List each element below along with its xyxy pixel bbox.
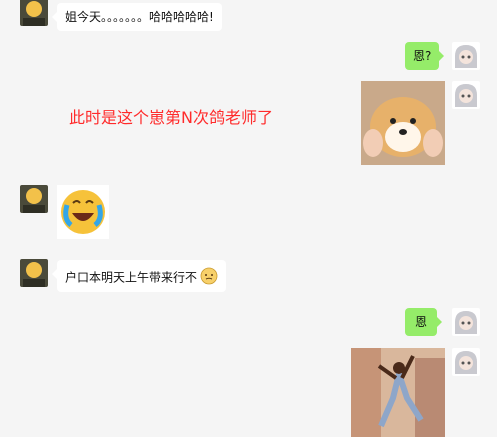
message-image-shiba[interactable] <box>361 81 445 165</box>
self-avatar[interactable] <box>452 42 480 70</box>
message-sticker[interactable] <box>57 185 109 239</box>
self-avatar[interactable] <box>452 81 480 109</box>
cartoon-avatar-icon <box>20 185 48 213</box>
sender-avatar[interactable] <box>20 185 48 213</box>
message-bubble-outgoing: 恩? <box>405 42 445 70</box>
cartoon-avatar-icon <box>20 0 48 26</box>
message-bubble-incoming: 户口本明天上午带来行不 <box>51 260 227 292</box>
crying-laughing-emoji-icon <box>61 190 105 234</box>
message-text: 户口本明天上午带来行不 <box>65 270 198 285</box>
overlay-caption: 此时是这个崽第N次鸽老师了 <box>69 108 273 127</box>
self-avatar[interactable] <box>452 348 480 376</box>
dancing-man-photo-icon <box>351 348 445 437</box>
cartoon-avatar-icon <box>20 259 48 287</box>
message-text: 姐今天。。。。。。。哈哈哈哈哈! <box>65 10 214 24</box>
self-avatar[interactable] <box>452 308 480 336</box>
anime-girl-avatar-icon <box>452 42 480 70</box>
message-image-dancing-man[interactable] <box>351 348 445 437</box>
awkward-emoji-icon <box>200 267 218 289</box>
anime-girl-avatar-icon <box>452 308 480 336</box>
anime-girl-avatar-icon <box>452 81 480 109</box>
anime-girl-avatar-icon <box>452 348 480 376</box>
message-bubble-outgoing: 恩 <box>405 308 443 336</box>
message-bubble-incoming: 姐今天。。。。。。。哈哈哈哈哈! <box>52 3 222 31</box>
shiba-dog-photo-icon <box>361 81 445 165</box>
message-text: 恩 <box>415 315 428 329</box>
sender-avatar[interactable] <box>20 0 48 26</box>
sender-avatar[interactable] <box>20 259 48 287</box>
message-text: 恩? <box>413 49 432 63</box>
